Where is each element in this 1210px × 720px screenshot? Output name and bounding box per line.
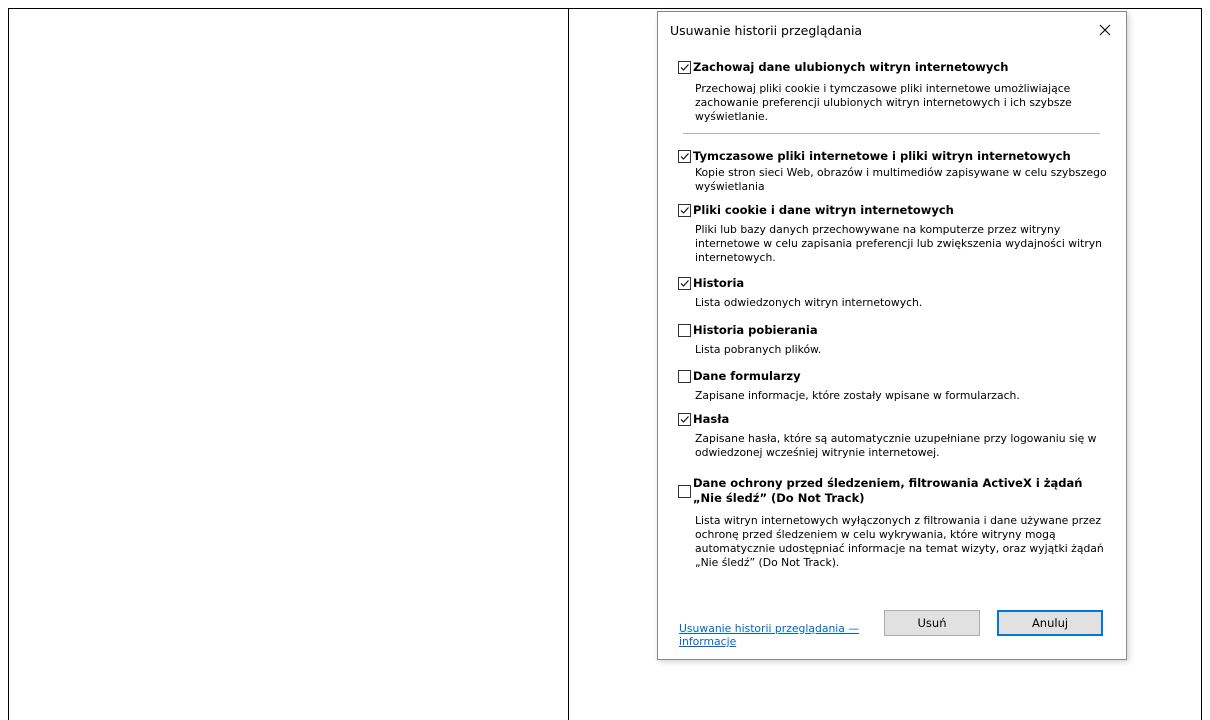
- option-tracking-protection: Dane ochrony przed śledzeniem, filtrowan…: [678, 476, 1110, 570]
- option-description: Kopie stron sieci Web, obrazów i multime…: [695, 166, 1107, 193]
- delete-browsing-history-dialog: Usuwanie historii przeglądania Zachowaj …: [657, 11, 1127, 660]
- checkmark-icon: [680, 153, 689, 160]
- document-table-divider: [568, 8, 569, 720]
- option-label: Hasła: [693, 412, 730, 426]
- checkbox-temporary-files[interactable]: [678, 150, 691, 163]
- option-label: Zachowaj dane ulubionych witryn internet…: [693, 60, 1009, 74]
- option-temporary-files: Tymczasowe pliki internetowe i pliki wit…: [678, 149, 1110, 194]
- option-label: Dane ochrony przed śledzeniem, filtrowan…: [693, 476, 1083, 505]
- checkbox-cookies[interactable]: [678, 204, 691, 217]
- close-button[interactable]: [1092, 18, 1118, 42]
- close-icon: [1099, 24, 1111, 36]
- option-form-data: Dane formularzy Zapisane informacje, któ…: [678, 369, 1110, 403]
- checkbox-preserve-favorites[interactable]: [678, 61, 691, 74]
- dialog-title: Usuwanie historii przeglądania: [670, 23, 863, 38]
- option-description: Lista witryn internetowych wyłączonych z…: [695, 514, 1104, 569]
- delete-button[interactable]: Usuń: [884, 610, 980, 636]
- option-cookies: Pliki cookie i dane witryn internetowych…: [678, 203, 1110, 265]
- checkbox-tracking-protection[interactable]: [678, 485, 691, 498]
- checkbox-passwords[interactable]: [678, 413, 691, 426]
- checkmark-icon: [680, 64, 689, 71]
- option-label: Historia pobierania: [693, 323, 818, 337]
- option-label: Pliki cookie i dane witryn internetowych: [693, 203, 954, 217]
- option-history: Historia Lista odwiedzonych witryn inter…: [678, 276, 1110, 310]
- option-description: Zapisane informacje, które zostały wpisa…: [695, 389, 1020, 402]
- checkmark-icon: [680, 207, 689, 214]
- dialog-titlebar: Usuwanie historii przeglądania: [658, 12, 1126, 50]
- option-preserve-favorites: Zachowaj dane ulubionych witryn internet…: [678, 60, 1110, 124]
- history-info-link[interactable]: Usuwanie historii przeglądania — informa…: [679, 622, 869, 648]
- option-label: Historia: [693, 276, 745, 290]
- checkbox-history[interactable]: [678, 277, 691, 290]
- option-download-history: Historia pobierania Lista pobranych plik…: [678, 323, 1110, 357]
- option-passwords: Hasła Zapisane hasła, które są automatyc…: [678, 412, 1110, 460]
- checkmark-icon: [680, 280, 689, 287]
- option-description: Pliki lub bazy danych przechowywane na k…: [695, 223, 1102, 264]
- option-description: Lista pobranych plików.: [695, 343, 822, 356]
- checkbox-form-data[interactable]: [678, 370, 691, 383]
- checkbox-download-history[interactable]: [678, 324, 691, 337]
- option-label: Tymczasowe pliki internetowe i pliki wit…: [693, 149, 1071, 163]
- option-description: Przechowaj pliki cookie i tymczasowe pli…: [695, 82, 1072, 123]
- separator: [683, 133, 1100, 134]
- cancel-button[interactable]: Anuluj: [997, 610, 1103, 636]
- checkmark-icon: [680, 416, 689, 423]
- option-description: Lista odwiedzonych witryn internetowych.: [695, 296, 923, 309]
- option-label: Dane formularzy: [693, 369, 801, 383]
- option-description: Zapisane hasła, które są automatycznie u…: [695, 432, 1097, 459]
